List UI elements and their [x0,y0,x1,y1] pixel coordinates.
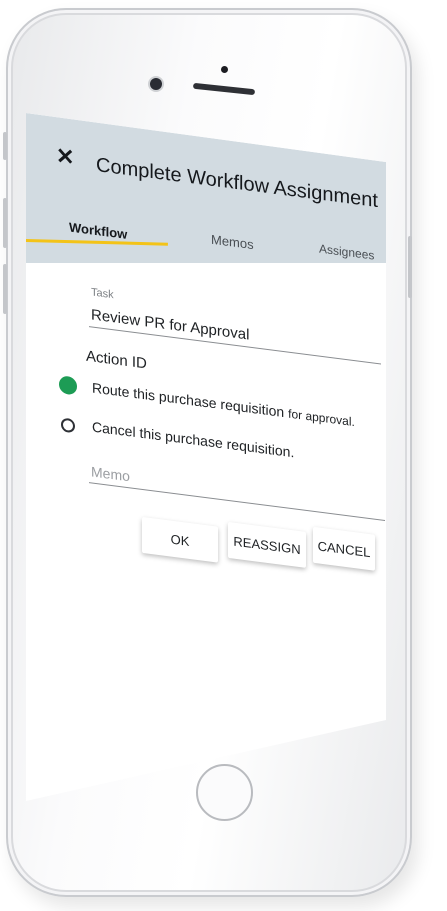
task-value: Review PR for Approval [91,306,250,344]
tab-assignees[interactable]: Assignees [319,242,374,263]
ok-button[interactable]: OK [142,516,218,563]
proximity-sensor [221,66,228,73]
page-title: Complete Workflow Assignment [96,153,378,213]
volume-down-button [3,264,7,314]
tab-workflow[interactable]: Workflow [69,220,127,242]
cancel-radio[interactable] [61,417,75,434]
reassign-button[interactable]: REASSIGN [228,521,306,568]
screen-content: ✕ Complete Workflow Assignment Workflow … [26,113,386,801]
route-option-suffix: for approval. [288,406,355,430]
task-label: Task [91,286,114,302]
volume-up-button [3,198,7,248]
home-button[interactable] [196,764,253,821]
route-option-text: Route this purchase requisition [92,379,285,421]
close-icon[interactable]: ✕ [56,143,74,171]
route-option-label[interactable]: Route this purchase requisition for appr… [92,379,355,429]
route-radio[interactable] [59,375,77,396]
tab-memos[interactable]: Memos [211,232,254,252]
app-screen: ✕ Complete Workflow Assignment Workflow … [26,113,386,801]
action-id-label: Action ID [86,347,147,373]
power-button [408,236,412,298]
mute-switch [3,132,7,160]
memo-input[interactable] [89,460,385,521]
cancel-button[interactable]: CANCEL [313,526,375,571]
cancel-option-label[interactable]: Cancel this purchase requisition. [92,418,294,460]
front-camera [150,78,162,90]
